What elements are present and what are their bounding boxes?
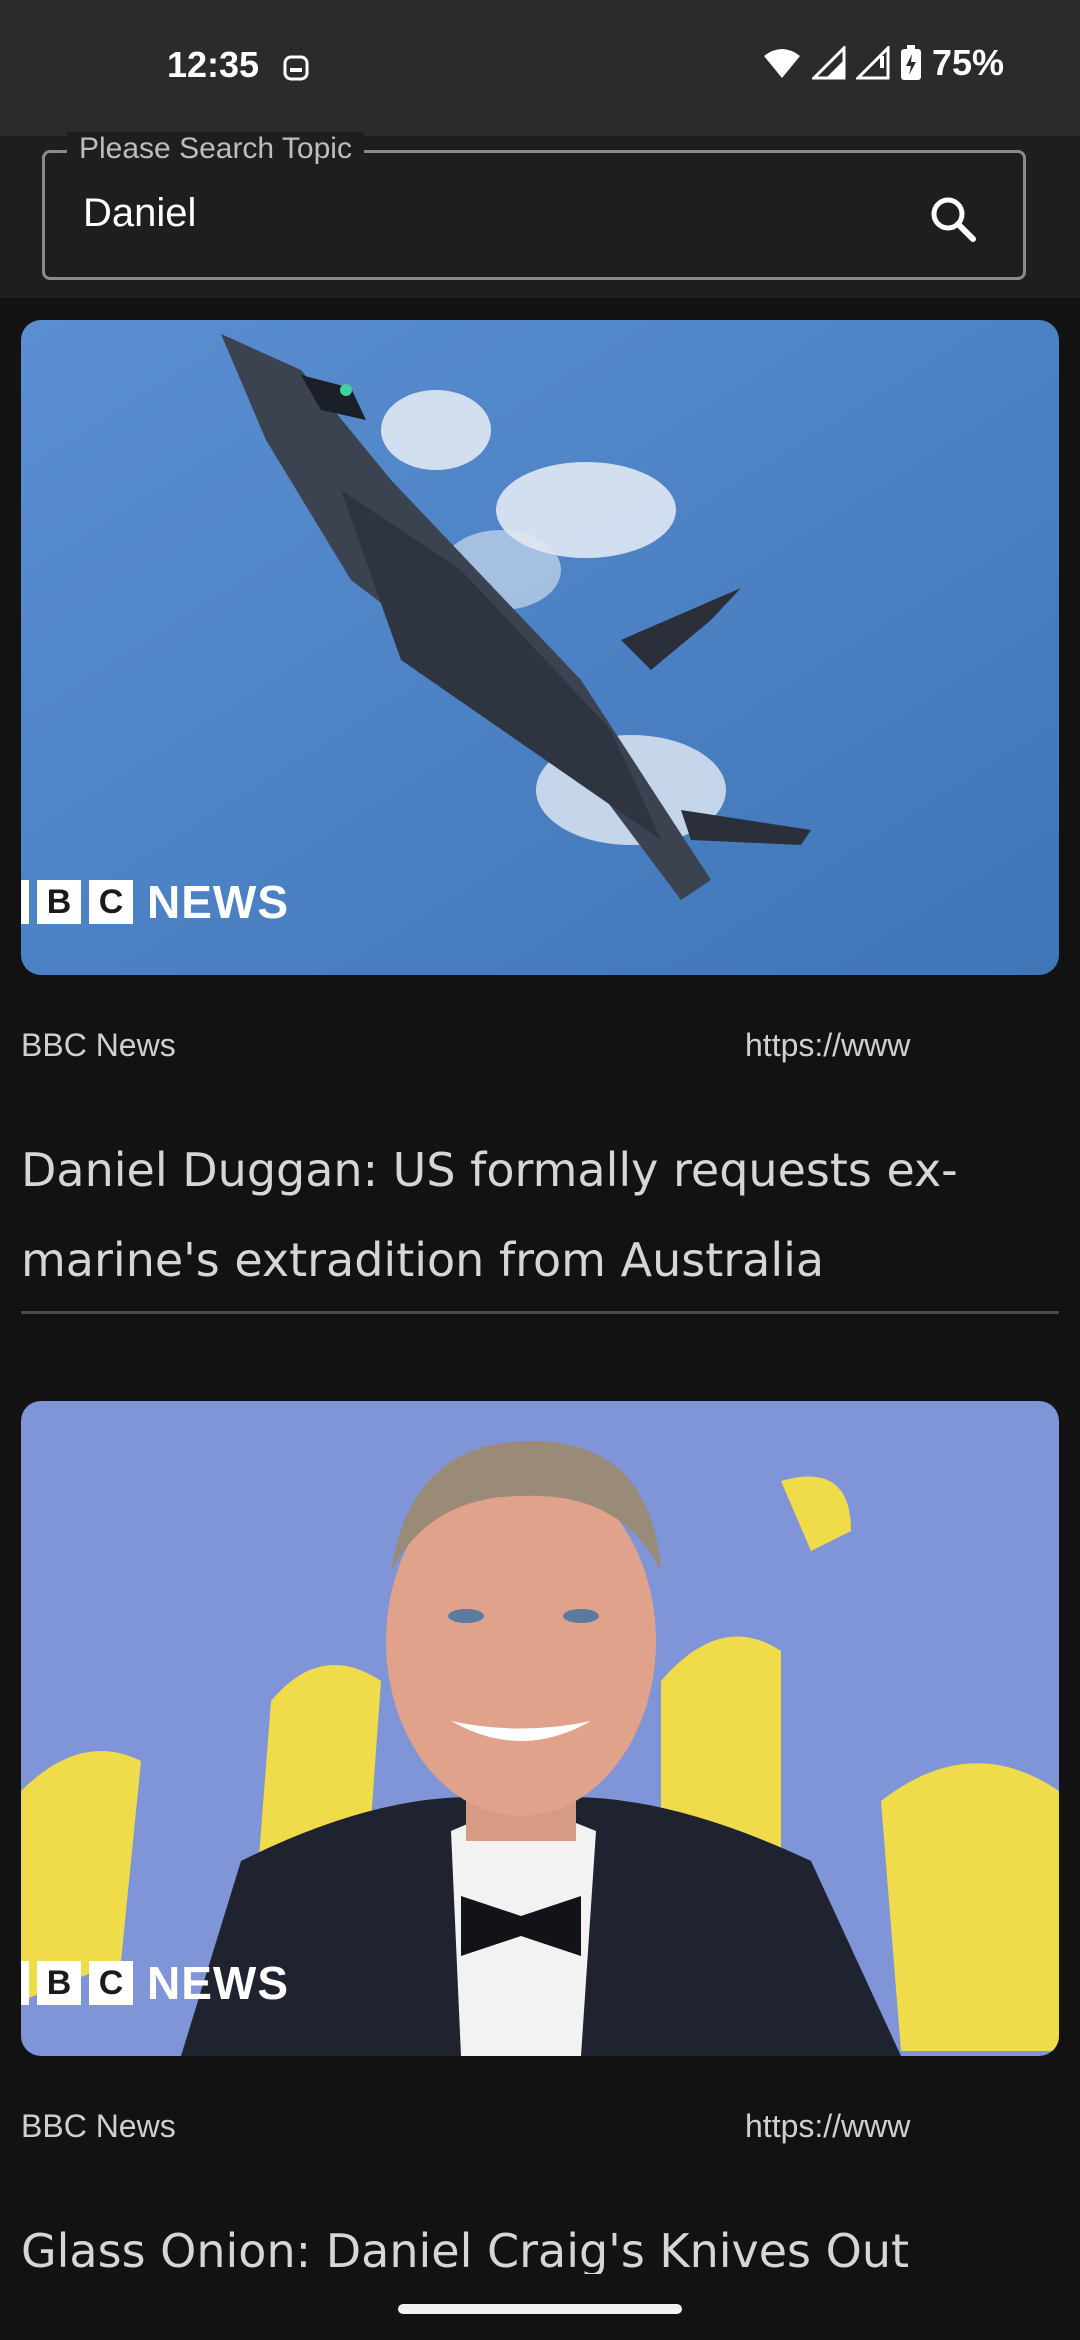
article-url[interactable]: https://www	[745, 1027, 910, 1064]
article-source: BBC News	[21, 2108, 176, 2144]
status-icons: 75%	[762, 42, 1004, 84]
search-label: Please Search Topic	[67, 132, 364, 166]
article-headline[interactable]: Glass Onion: Daniel Craig's Knives Out s…	[21, 2206, 1059, 2274]
battery-percentage: 75%	[931, 42, 1004, 83]
signal-icon	[811, 46, 846, 80]
bbc-news-logo: B C NEWS	[21, 875, 289, 929]
article-image[interactable]: B C NEWS	[21, 320, 1059, 975]
signal-empty-icon	[855, 46, 890, 80]
article-meta: BBC News https://www	[21, 975, 1059, 1125]
home-indicator[interactable]	[398, 2304, 682, 2314]
bbc-news-logo: B C NEWS	[21, 1956, 289, 2010]
navigation-bar	[0, 2274, 1080, 2340]
news-feed[interactable]: B C NEWS BBC News https://www Daniel Dug…	[0, 298, 1080, 2274]
article-source: BBC News	[21, 1027, 176, 1063]
notification-icon	[283, 55, 309, 81]
wifi-icon	[763, 49, 800, 78]
battery-charging-icon	[900, 45, 921, 80]
search-input[interactable]: Daniel	[83, 191, 196, 236]
article-meta: BBC News https://www	[21, 2056, 1059, 2206]
article-image[interactable]: B C NEWS	[21, 1401, 1059, 2056]
status-time: 12:35	[167, 44, 260, 85]
article-card[interactable]: B C NEWS BBC News https://www Daniel Dug…	[21, 320, 1059, 1314]
article-card[interactable]: B C NEWS BBC News https://www Glass Onio…	[21, 1401, 1059, 2274]
article-url[interactable]: https://www	[745, 2108, 910, 2145]
divider	[21, 1311, 1059, 1314]
search-field[interactable]: Please Search Topic Daniel	[42, 132, 1026, 280]
search-icon[interactable]	[927, 193, 979, 245]
article-headline[interactable]: Daniel Duggan: US formally requests ex-m…	[21, 1125, 1059, 1305]
status-bar: 12:35 75%	[0, 0, 1080, 136]
search-area: Please Search Topic Daniel	[0, 132, 1080, 298]
